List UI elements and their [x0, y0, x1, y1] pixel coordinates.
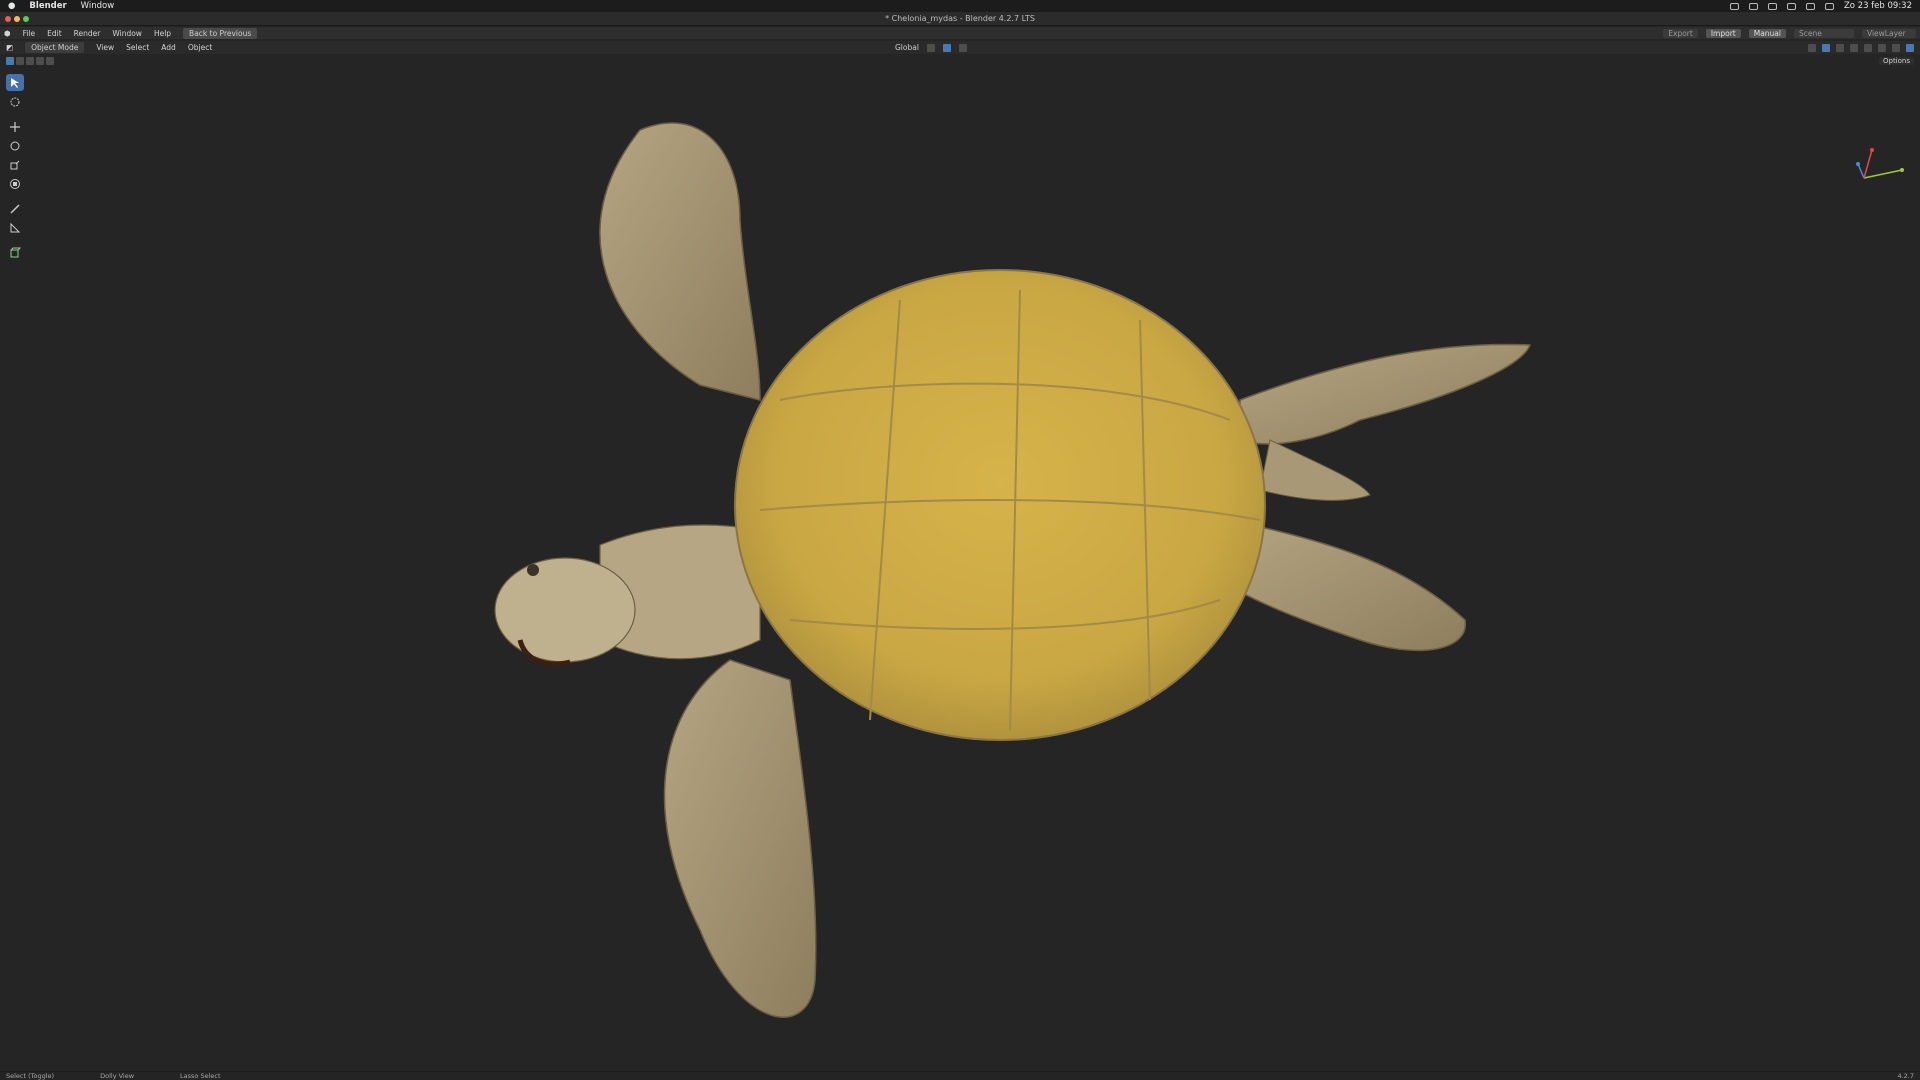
- select-intersect-icon[interactable]: [46, 57, 54, 65]
- turtle-eye: [527, 564, 539, 576]
- shading-controls: [1808, 43, 1914, 52]
- rotate-icon: [10, 141, 20, 150]
- tool-shelf: [6, 74, 24, 261]
- material-shading-icon[interactable]: [1892, 43, 1900, 52]
- select-invert-icon[interactable]: [36, 57, 44, 65]
- menu-view[interactable]: View: [96, 43, 114, 52]
- turtle-render: [494, 122, 1532, 1018]
- select-extend-icon[interactable]: [16, 57, 24, 65]
- menu-datetime[interactable]: Zo 23 feb 09:32: [1844, 1, 1912, 11]
- select-box-icon: [11, 77, 19, 88]
- proportional-icon[interactable]: [958, 43, 967, 52]
- back-to-previous-button[interactable]: Back to Previous: [183, 27, 258, 39]
- measure-icon: [10, 222, 21, 232]
- transform-controls: Global: [895, 43, 967, 52]
- close-window-icon[interactable]: [5, 16, 11, 22]
- transform-tool[interactable]: [6, 175, 24, 192]
- status-dolly-hint: Dolly View: [100, 1072, 135, 1080]
- 3d-viewport[interactable]: [0, 66, 1920, 1069]
- top-menu-bar: ⬢ File Edit Render Window Help Back to P…: [0, 27, 1920, 39]
- orientation-dropdown[interactable]: Global: [895, 43, 919, 52]
- traffic-lights: [5, 16, 29, 22]
- menu-select[interactable]: Select: [126, 43, 149, 52]
- solid-shading-icon[interactable]: [1878, 43, 1886, 52]
- measure-tool[interactable]: [6, 219, 24, 236]
- tail: [1259, 439, 1371, 501]
- menu-app-name[interactable]: Blender: [29, 1, 66, 11]
- select-box-tool[interactable]: [6, 74, 24, 91]
- status-lasso-hint: Lasso Select: [180, 1072, 221, 1080]
- wifi-icon[interactable]: [1767, 2, 1777, 10]
- status-bar: Select (Toggle) Dolly View Lasso Select …: [0, 1071, 1920, 1080]
- viewport-header: ◩ Object Mode View Select Add Object Glo…: [0, 41, 1920, 54]
- export-button[interactable]: Export: [1663, 28, 1698, 38]
- selection-mode-row: [0, 56, 1920, 66]
- select-subtract-icon[interactable]: [26, 57, 34, 65]
- menu-window[interactable]: Window: [81, 1, 115, 11]
- menu-object[interactable]: Object: [188, 43, 212, 52]
- apple-icon[interactable]: ●: [8, 1, 15, 11]
- snap-icon[interactable]: [942, 43, 951, 52]
- scale-icon: [10, 160, 20, 169]
- move-icon: [10, 121, 20, 132]
- navigation-gizmo[interactable]: [1852, 142, 1912, 186]
- select-new-icon[interactable]: [6, 57, 14, 65]
- scale-tool[interactable]: [6, 156, 24, 173]
- clock-icon[interactable]: [1748, 2, 1758, 10]
- menu-window[interactable]: Window: [112, 29, 142, 38]
- status-select-hint: Select (Toggle): [6, 1072, 55, 1080]
- turtle-head: [494, 557, 636, 663]
- front-right-flipper: [663, 659, 817, 1018]
- options-dropdown[interactable]: Options: [1878, 57, 1914, 65]
- manual-button[interactable]: Manual: [1748, 28, 1786, 38]
- bluetooth-icon[interactable]: [1786, 2, 1796, 10]
- screen-icon[interactable]: [1729, 2, 1739, 10]
- menu-help[interactable]: Help: [154, 29, 171, 38]
- object-mode-dropdown[interactable]: Object Mode: [25, 42, 85, 53]
- cursor-icon: [10, 97, 20, 106]
- transform-icon: [10, 178, 20, 189]
- menu-status-area: Zo 23 feb 09:32: [1729, 1, 1912, 11]
- rotate-tool[interactable]: [6, 137, 24, 154]
- move-tool[interactable]: [6, 118, 24, 135]
- annotate-icon: [10, 203, 20, 214]
- rear-top-flipper: [1239, 343, 1532, 445]
- zoom-window-icon[interactable]: [23, 16, 29, 22]
- front-left-flipper: [599, 122, 761, 401]
- window-title: * Chelonia_mydas - Blender 4.2.7 LTS: [885, 14, 1035, 23]
- rendered-shading-icon[interactable]: [1906, 43, 1914, 52]
- overlay-icon[interactable]: [1836, 43, 1844, 52]
- cursor-tool[interactable]: [6, 93, 24, 110]
- editor-type-icon[interactable]: ◩: [6, 43, 13, 52]
- spotlight-icon[interactable]: [1805, 2, 1815, 10]
- wireframe-shading-icon[interactable]: [1864, 43, 1872, 52]
- control-center-icon[interactable]: [1824, 2, 1834, 10]
- visibility-icon[interactable]: [1808, 43, 1816, 52]
- window-title-bar: * Chelonia_mydas - Blender 4.2.7 LTS: [0, 12, 1920, 26]
- gizmo-icon[interactable]: [1822, 43, 1830, 52]
- menu-edit[interactable]: Edit: [47, 29, 62, 38]
- xray-icon[interactable]: [1850, 43, 1858, 52]
- menu-file[interactable]: File: [23, 29, 36, 38]
- scene-selector[interactable]: Scene: [1794, 28, 1854, 38]
- top-menu-right: Export Import Manual Scene ViewLayer: [1663, 28, 1916, 38]
- add-cube-icon: [10, 247, 21, 257]
- blender-logo-icon[interactable]: ⬢: [4, 29, 11, 38]
- menu-render[interactable]: Render: [74, 29, 101, 38]
- menu-add[interactable]: Add: [161, 43, 176, 52]
- minimize-window-icon[interactable]: [14, 16, 20, 22]
- annotate-tool[interactable]: [6, 200, 24, 217]
- import-button[interactable]: Import: [1705, 28, 1741, 38]
- view-layer-selector[interactable]: ViewLayer: [1862, 28, 1916, 38]
- macos-menu-bar: ● Blender Window Zo 23 feb 09:32: [0, 0, 1920, 12]
- add-cube-tool[interactable]: [6, 244, 24, 261]
- pivot-icon[interactable]: [926, 43, 935, 52]
- status-version: 4.2.7: [1897, 1072, 1914, 1080]
